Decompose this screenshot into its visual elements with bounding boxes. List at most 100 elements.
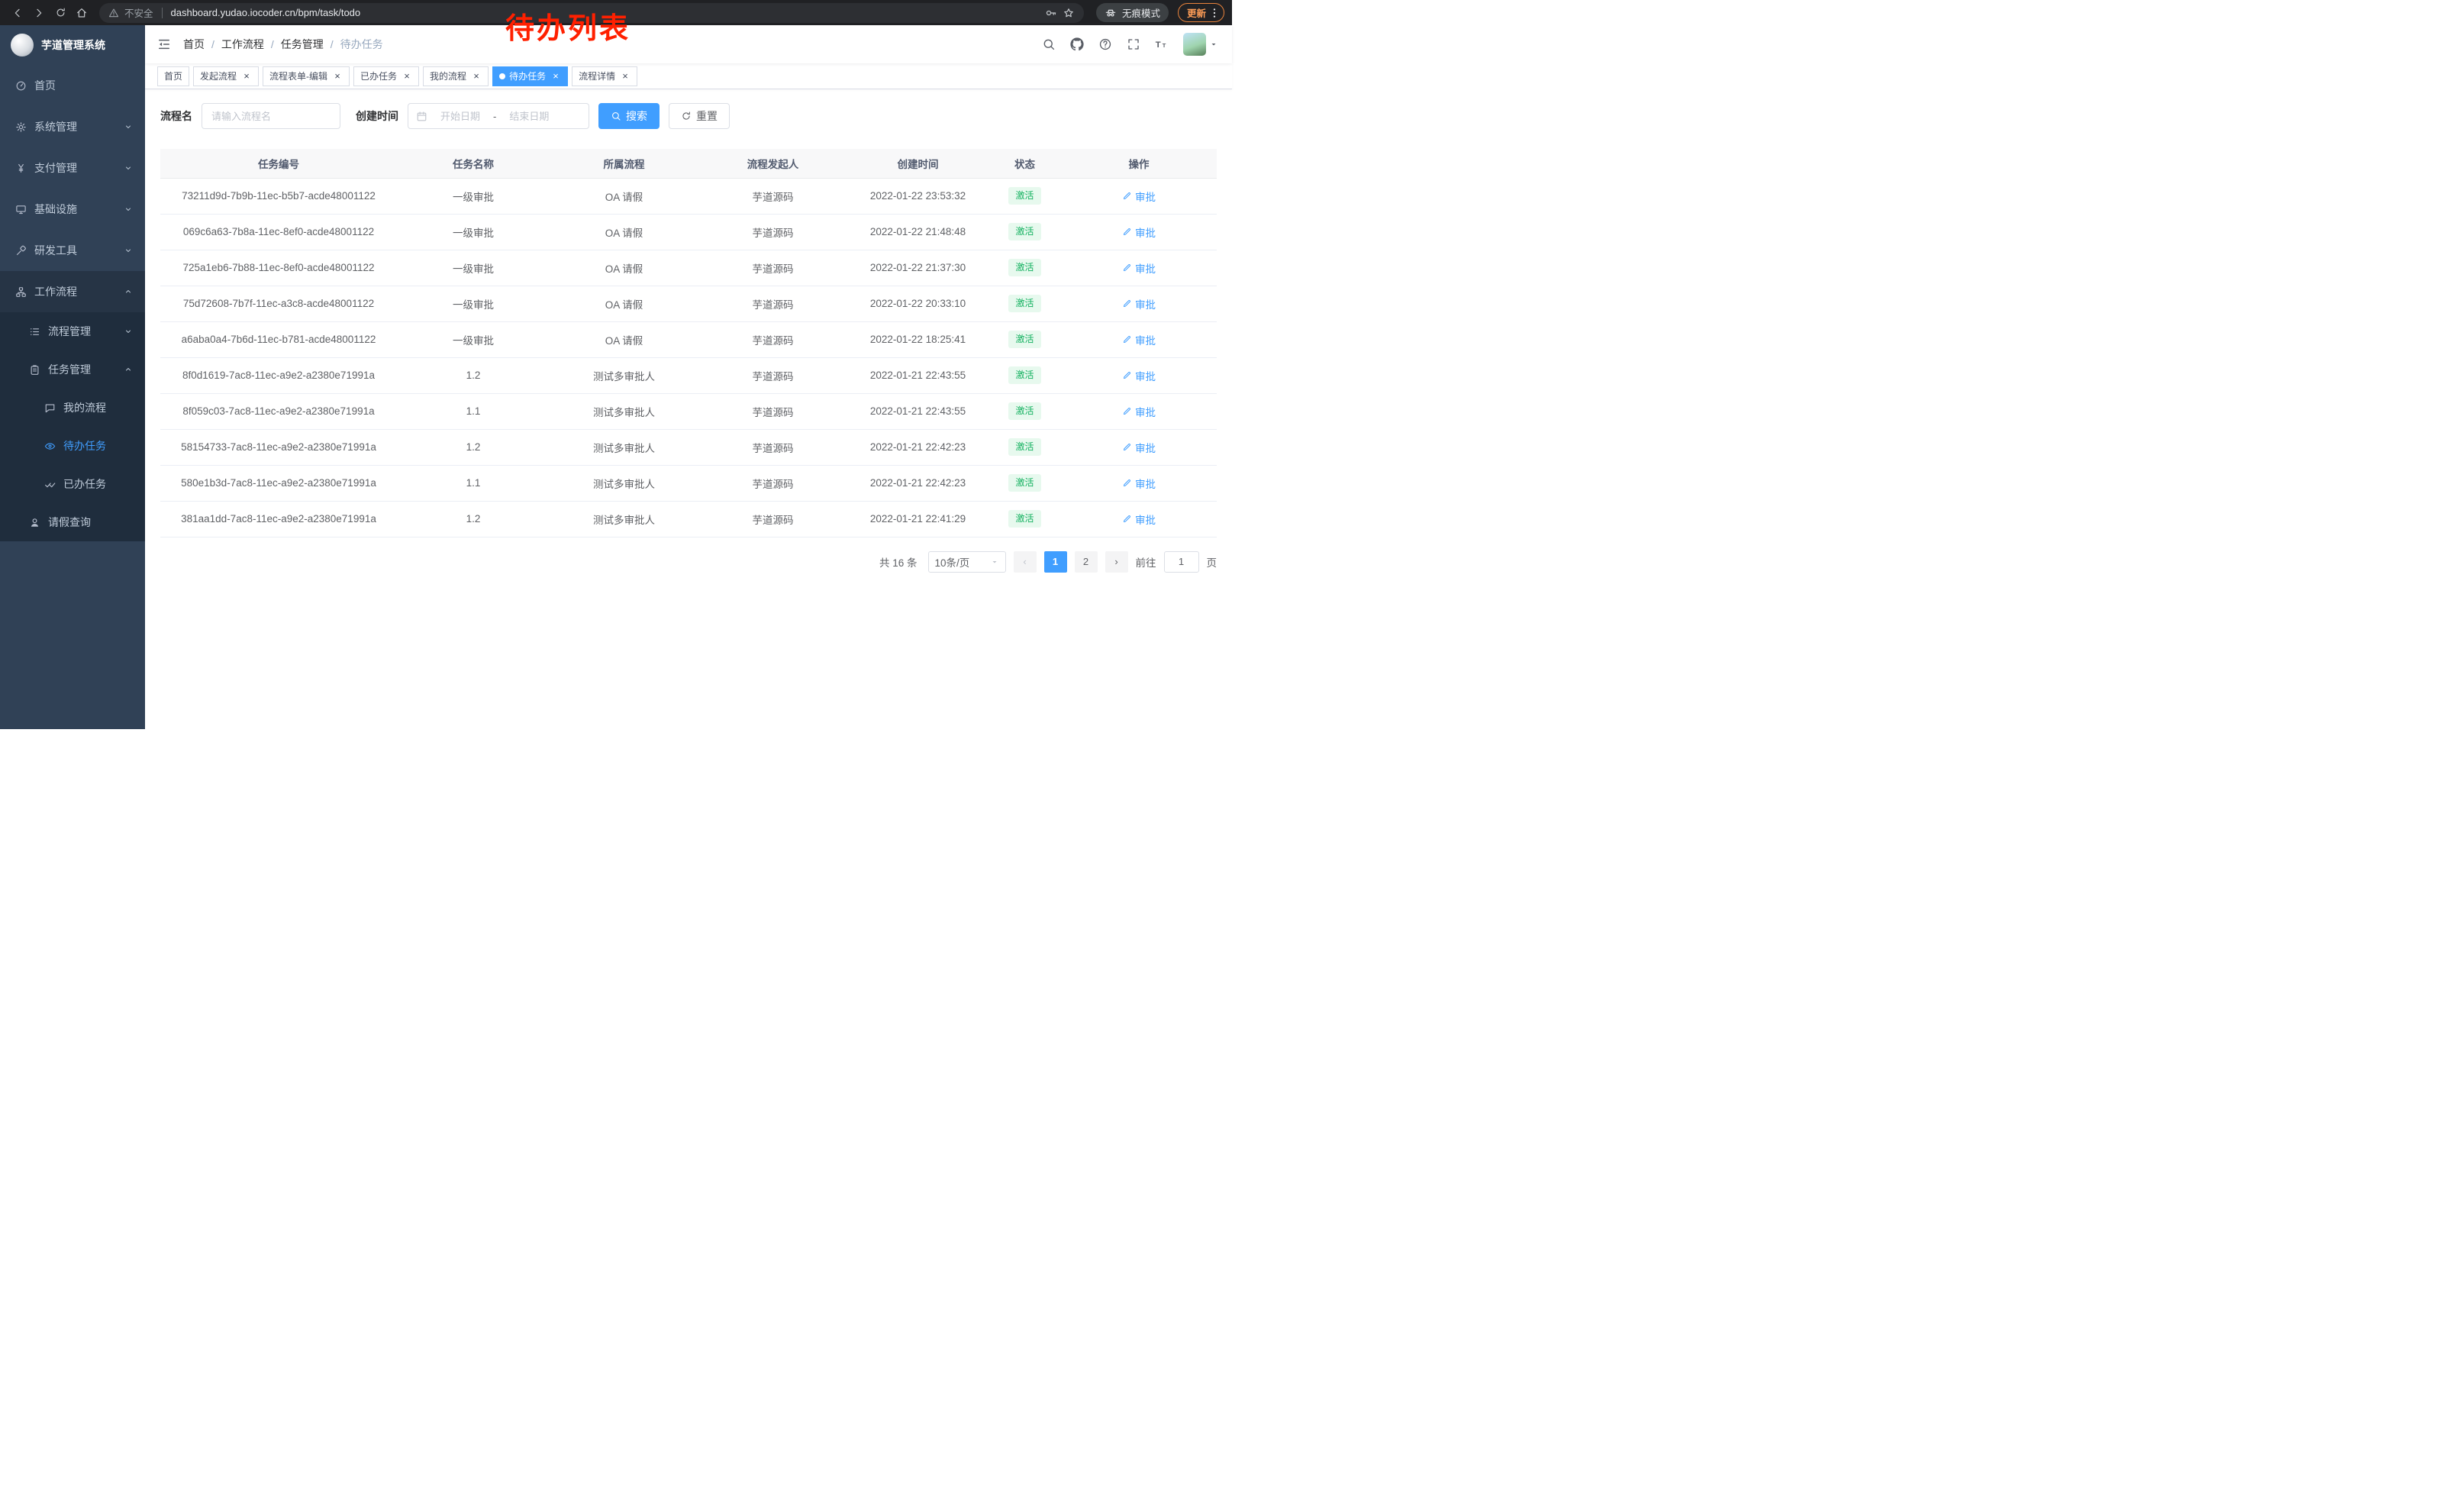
next-page-button[interactable]: › [1105,551,1128,573]
cell-process: 测试多审批人 [550,465,698,501]
approve-button[interactable]: 审批 [1122,440,1156,455]
sidebar-item-home[interactable]: 首页 [0,65,145,106]
logo-avatar [11,34,34,56]
clipboard-icon [29,364,40,376]
sidebar-item-payment-management[interactable]: 支付管理 [0,147,145,189]
user-avatar[interactable] [1183,33,1218,56]
incognito-badge: 无痕模式 [1096,3,1169,22]
sidebar-toggle-button[interactable] [145,25,183,63]
date-range-picker[interactable]: - [408,103,589,129]
sidebar-item-done-tasks[interactable]: 已办任务 [0,465,145,503]
sidebar-item-task-management[interactable]: 任务管理 [0,350,145,389]
approve-button[interactable]: 审批 [1122,332,1156,347]
font-size-icon[interactable]: TT [1155,37,1169,51]
approve-button[interactable]: 审批 [1122,260,1156,276]
home-icon [76,7,88,19]
cell-task-id: 73211d9d-7b9b-11ec-b5b7-acde48001122 [160,178,397,214]
table-row: 381aa1dd-7ac8-11ec-a9e2-a2380e71991a1.2测… [160,501,1217,537]
approve-button[interactable]: 审批 [1122,189,1156,204]
tab-launch-process[interactable]: 发起流程× [193,66,259,86]
cell-task-name: 1.2 [397,501,550,537]
browser-back-button[interactable] [8,3,27,23]
close-icon[interactable]: × [550,71,561,82]
update-label: 更新 [1187,5,1206,20]
breadcrumb-item[interactable]: 首页 [183,37,205,52]
tab-my-process[interactable]: 我的流程× [423,66,489,86]
breadcrumb-item[interactable]: 任务管理 [281,37,324,52]
cell-action: 审批 [1061,465,1217,501]
tab-todo-tasks[interactable]: 待办任务× [492,66,568,86]
sidebar-item-system-management[interactable]: 系统管理 [0,106,145,147]
tab-process-detail[interactable]: 流程详情× [572,66,637,86]
close-icon[interactable]: × [402,71,412,82]
page-unit-label: 页 [1207,554,1217,570]
pen-icon [1122,191,1132,201]
cell-status: 激活 [989,250,1061,286]
sidebar-item-my-process[interactable]: 我的流程 [0,389,145,427]
browser-reload-button[interactable] [50,3,70,23]
address-bar[interactable]: 不安全 dashboard.yudao.iocoder.cn/bpm/task/… [99,3,1084,23]
tab-done-tasks[interactable]: 已办任务× [353,66,419,86]
process-name-input[interactable] [202,103,340,129]
reset-button[interactable]: 重置 [669,103,730,129]
close-icon[interactable]: × [332,71,343,82]
status-badge: 激活 [1008,510,1040,528]
fullscreen-icon[interactable] [1127,37,1140,51]
cell-action: 审批 [1061,321,1217,357]
avatar-image [1183,33,1206,56]
warning-icon [108,8,119,18]
close-icon[interactable]: × [241,71,252,82]
page-button-1[interactable]: 1 [1044,551,1067,573]
approve-button[interactable]: 审批 [1122,512,1156,527]
approve-button[interactable]: 审批 [1122,224,1156,240]
sidebar-item-process-management[interactable]: 流程管理 [0,312,145,350]
sidebar-item-label: 已办任务 [63,476,106,492]
prev-page-button[interactable]: ‹ [1014,551,1037,573]
approve-button[interactable]: 审批 [1122,404,1156,419]
pen-icon [1122,370,1132,380]
tabs-bar: 首页发起流程×流程表单-编辑×已办任务×我的流程×待办任务×流程详情× [145,63,1232,89]
task-table-body: 73211d9d-7b9b-11ec-b5b7-acde48001122一级审批… [160,178,1217,537]
browser-chrome: 不安全 dashboard.yudao.iocoder.cn/bpm/task/… [0,0,1232,25]
cell-process: OA 请假 [550,250,698,286]
table-row: a6aba0a4-7b6d-11ec-b781-acde48001122一级审批… [160,321,1217,357]
page-button-2[interactable]: 2 [1075,551,1098,573]
help-icon[interactable] [1098,37,1112,51]
status-badge: 激活 [1008,438,1040,456]
github-icon[interactable] [1070,37,1084,51]
divider [162,8,163,18]
end-date-input[interactable] [501,111,557,122]
sidebar-item-label: 研发工具 [34,243,77,258]
search-icon[interactable] [1042,37,1056,51]
browser-menu-icon[interactable] [1208,7,1221,19]
close-icon[interactable]: × [620,71,631,82]
close-icon[interactable]: × [471,71,482,82]
page-size-select[interactable]: 10条/页 [928,551,1006,573]
sidebar-item-leave-query[interactable]: 请假查询 [0,503,145,541]
approve-button[interactable]: 审批 [1122,476,1156,491]
cell-task-id: 725a1eb6-7b88-11ec-8ef0-acde48001122 [160,250,397,286]
yen-icon [15,163,27,174]
tab-home[interactable]: 首页 [157,66,189,86]
start-date-input[interactable] [432,111,489,122]
sidebar-item-infrastructure[interactable]: 基础设施 [0,189,145,230]
tab-process-form-edit[interactable]: 流程表单-编辑× [263,66,350,86]
approve-button[interactable]: 审批 [1122,296,1156,311]
cell-process: OA 请假 [550,321,698,357]
dashboard-icon [15,80,27,92]
search-button[interactable]: 搜索 [598,103,660,129]
range-separator: - [493,111,496,122]
approve-button[interactable]: 审批 [1122,368,1156,383]
process-name-label: 流程名 [160,108,192,124]
cell-starter: 芋道源码 [698,214,847,250]
browser-home-button[interactable] [72,3,92,23]
browser-update-button[interactable]: 更新 [1178,3,1224,22]
sidebar-item-workflow[interactable]: 工作流程 [0,271,145,312]
breadcrumb-item[interactable]: 工作流程 [221,37,264,52]
sidebar-item-todo-tasks[interactable]: 待办任务 [0,427,145,465]
browser-forward-button[interactable] [29,3,49,23]
goto-page-input[interactable] [1164,551,1199,573]
key-icon[interactable] [1045,7,1057,19]
bookmark-star-icon[interactable] [1063,7,1075,19]
sidebar-item-dev-tools[interactable]: 研发工具 [0,230,145,271]
